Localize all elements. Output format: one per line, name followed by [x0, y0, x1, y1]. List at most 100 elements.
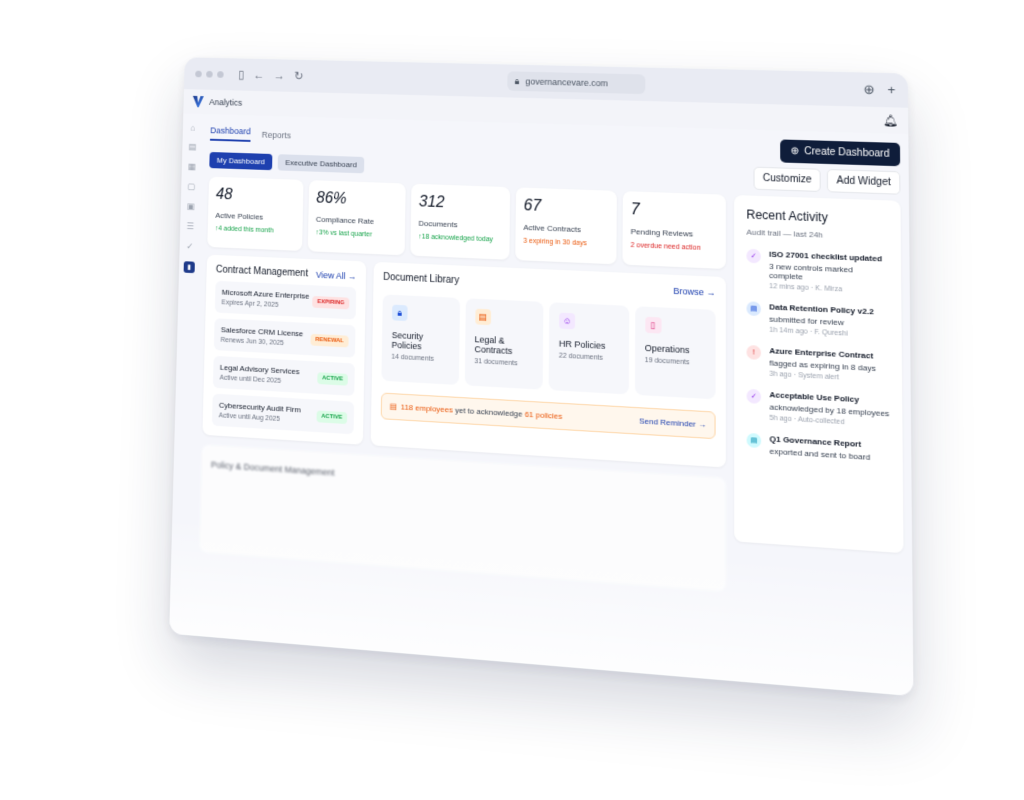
recent-activity-card: Recent Activity Audit trail — last 24h ✓…: [734, 195, 904, 554]
activity-desc: exported and sent to board: [769, 446, 871, 462]
contract-item[interactable]: Cybersecurity Audit Firm Active until Au…: [211, 393, 355, 435]
stat-card[interactable]: 86% Compliance Rate ↑3% vs last quarter: [307, 180, 406, 256]
stat-note: ↑18 acknowledged today: [418, 233, 494, 244]
doc-count: 14 documents: [391, 353, 434, 363]
alert-policies: 61 policies: [524, 409, 563, 421]
reload-icon[interactable]: ↻: [294, 69, 304, 82]
app-body: ⌂ ▤ ▦ ▢ ▣ ☰ ✓ ▮ Dashboard Reports ⊕ Crea…: [169, 113, 913, 696]
document-icon: ▤: [746, 301, 761, 317]
doc-name: Security Policies: [391, 330, 424, 352]
home-icon[interactable]: ⌂: [190, 123, 195, 133]
stat-card[interactable]: 312 Documents ↑18 acknowledged today: [410, 183, 511, 260]
analytics-icon[interactable]: ▮: [183, 261, 195, 274]
create-dashboard-button[interactable]: ⊕ Create Dashboard: [780, 138, 901, 166]
doc-category[interactable]: 🔒︎ Security Policies 14 documents: [381, 294, 460, 385]
lock-icon: 🔒︎: [391, 304, 408, 322]
contract-name: Legal Advisory Services: [219, 362, 300, 377]
add-widget-button[interactable]: Add Widget: [827, 168, 901, 195]
app-title: Analytics: [209, 97, 243, 108]
download-icon[interactable]: ⊕: [863, 82, 875, 98]
activity-item[interactable]: ! Azure Enterprise Contract flagged as e…: [746, 344, 890, 384]
doc-icon[interactable]: ▣: [187, 201, 195, 212]
sidebar-toggle-icon[interactable]: ▯: [238, 68, 244, 81]
browser-actions: ⊕ +: [863, 82, 895, 99]
activity-item[interactable]: ✓ Acceptable Use Policy acknowledged by …: [746, 388, 890, 429]
people-icon: ☺: [559, 312, 576, 330]
list-icon[interactable]: ☰: [186, 221, 194, 232]
lock-icon: 🔒︎: [514, 75, 520, 86]
doc-name: Operations: [644, 342, 690, 356]
activity-item[interactable]: ▤ Data Retention Policy v2.2 submitted f…: [746, 301, 888, 339]
document-icon: ▤: [746, 432, 762, 449]
maximize-dot[interactable]: [217, 70, 224, 78]
activity-meta: 12 mins ago · K. Mirza: [769, 283, 843, 294]
alert-text: yet to acknowledge: [452, 405, 525, 419]
browse-link[interactable]: Browse →: [673, 285, 715, 297]
stat-note: 2 overdue need action: [630, 242, 701, 252]
book-icon[interactable]: ▤: [188, 142, 196, 153]
doc-count: 22 documents: [558, 352, 603, 362]
back-icon[interactable]: ←: [253, 68, 264, 81]
stat-label: Active Contracts: [523, 222, 581, 235]
stat-card[interactable]: 67 Active Contracts 3 expiring in 30 day…: [515, 187, 617, 265]
contract-item[interactable]: Salesforce CRM License Renews Jun 30, 20…: [213, 318, 356, 358]
activity-item[interactable]: ✓ ISO 27001 checklist updated 3 new cont…: [746, 248, 888, 296]
minimize-dot[interactable]: [206, 70, 213, 78]
acknowledgement-alert: ▤ 118 employees yet to acknowledge 61 po…: [380, 392, 716, 440]
cards-row: Contract Management View All → Microsoft…: [202, 254, 726, 468]
activity-item[interactable]: ▤ Q1 Governance Report exported and sent…: [746, 432, 890, 463]
contract-management-card: Contract Management View All → Microsoft…: [202, 254, 367, 445]
stat-card[interactable]: 48 Active Policies ↑4 added this month: [207, 176, 304, 251]
activity-meta: 3h ago · System alert: [769, 370, 839, 382]
doc-categories: 🔒︎ Security Policies 14 documents ▤ Lega…: [381, 294, 716, 400]
doc-category[interactable]: ☺ HR Policies 22 documents: [548, 302, 629, 395]
view-all-link[interactable]: View All →: [316, 269, 357, 281]
close-dot[interactable]: [195, 70, 202, 77]
stat-value: 67: [523, 197, 542, 215]
stat-card[interactable]: 7 Pending Reviews 2 overdue need action: [622, 191, 726, 270]
grid-icon[interactable]: ▦: [188, 162, 196, 173]
file-icon[interactable]: ▢: [187, 182, 195, 193]
doc-count: 19 documents: [644, 356, 690, 367]
contract-item[interactable]: Legal Advisory Services Active until Dec…: [212, 355, 355, 396]
card-title: Document Library: [383, 271, 460, 287]
alert-icon: !: [746, 344, 762, 360]
forward-icon[interactable]: →: [274, 69, 285, 82]
clipboard-icon: ▯: [644, 316, 662, 334]
contract-item[interactable]: Microsoft Azure Enterprise Expires Apr 2…: [214, 280, 357, 320]
tab-dashboard[interactable]: Dashboard: [209, 125, 251, 142]
doc-count: 31 documents: [474, 358, 518, 368]
check-circle-icon: ✓: [746, 248, 761, 264]
contract-sub: Active until Aug 2025: [218, 412, 281, 423]
stats-row: 48 Active Policies ↑4 added this month 8…: [207, 176, 726, 270]
my-dashboard-button[interactable]: My Dashboard: [209, 151, 273, 170]
doc-category[interactable]: ▤ Legal & Contracts 31 documents: [464, 298, 544, 390]
status-badge: RENEWAL: [310, 333, 349, 347]
contract-sub: Renews Jun 30, 2025: [220, 336, 284, 347]
customize-button[interactable]: Customize: [753, 166, 822, 192]
sub-actions: Customize Add Widget: [753, 166, 901, 195]
new-tab-icon[interactable]: +: [887, 82, 895, 98]
stat-note: 3 expiring in 30 days: [523, 237, 587, 248]
alert-employees: 118 employees: [400, 402, 453, 415]
doc-name: Legal & Contracts: [474, 334, 513, 357]
browser-window: ▯ ← → ↻ 🔒︎ governancevare.com ⊕ + Analyt…: [169, 57, 914, 697]
card-title: Contract Management: [215, 264, 309, 280]
stat-value: 48: [215, 186, 233, 204]
left-column: 48 Active Policies ↑4 added this month 8…: [199, 176, 726, 592]
browser-nav: ▯ ← → ↻: [238, 68, 304, 83]
stat-label: Compliance Rate: [315, 214, 375, 226]
url-text: governancevare.com: [525, 76, 608, 89]
check-icon[interactable]: ✓: [186, 241, 193, 252]
stat-label: Pending Reviews: [630, 227, 694, 239]
url-bar[interactable]: 🔒︎ governancevare.com: [506, 71, 645, 95]
send-reminder-link[interactable]: Send Reminder →: [639, 416, 706, 429]
stage: ▯ ← → ↻ 🔒︎ governancevare.com ⊕ + Analyt…: [0, 0, 1024, 800]
bell-icon[interactable]: 🔔︎: [883, 114, 898, 128]
document-icon: ▤: [474, 308, 491, 326]
tab-reports[interactable]: Reports: [262, 130, 291, 140]
activity-name: Data Retention Policy v2.2: [769, 302, 874, 317]
executive-dashboard-button[interactable]: Executive Dashboard: [277, 153, 365, 173]
stat-label: Documents: [418, 218, 458, 230]
doc-category[interactable]: ▯ Operations 19 documents: [634, 306, 716, 400]
